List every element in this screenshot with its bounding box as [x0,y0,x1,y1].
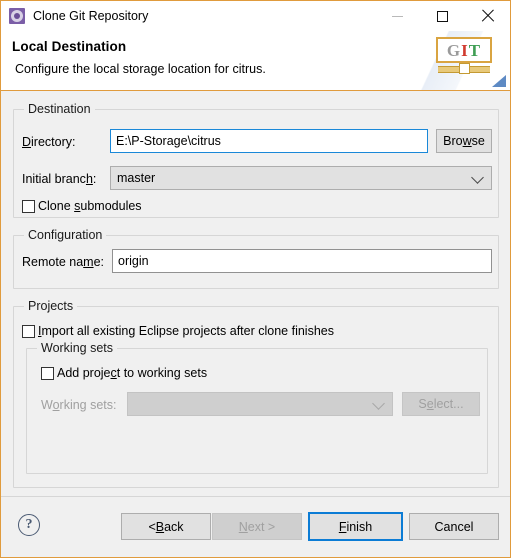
title-bar: Clone Git Repository [1,1,510,31]
next-button[interactable]: Next > [212,513,302,540]
window-title: Clone Git Repository [33,9,149,23]
clone-submodules-label: Clone submodules [38,199,142,213]
git-logo-letters: GIT [447,42,481,59]
finish-button[interactable]: Finish [308,512,403,541]
git-logo-t: T [468,40,482,60]
clone-submodules-checkbox-row[interactable]: Clone submodules [22,199,142,213]
minimize-icon [392,15,403,17]
back-button[interactable]: < Back [121,513,211,540]
minimize-button[interactable] [375,1,420,31]
working-sets-group: Working sets Add project to working sets… [26,341,488,474]
directory-input[interactable] [110,129,428,153]
select-working-sets-button[interactable]: Se lect... [402,392,480,416]
git-repository-icon [9,8,25,24]
dialog-footer: ? < Back Next > Finish Cancel [1,496,510,557]
git-logo-i: I [461,40,469,60]
add-project-to-working-sets-checkbox-row[interactable]: Add project to working sets [41,366,207,380]
add-project-to-working-sets-label: Add project to working sets [57,366,208,380]
maximize-icon [437,10,448,22]
git-logo-knob [459,63,470,74]
cancel-button[interactable]: Cancel [409,513,499,540]
configuration-group-label: Configuration [24,228,107,242]
destination-group-label: Destination [24,102,95,116]
projects-group: Projects Import all existing Eclipse pro… [13,299,499,488]
page-title: Local Destination [12,39,127,54]
maximize-button[interactable] [420,1,465,31]
add-project-to-working-sets-checkbox[interactable] [41,366,54,380]
wizard-header: Local Destination Configure the local st… [1,31,510,91]
wizard-content: Destination Directory: Browse Initial br… [1,91,510,496]
help-icon[interactable]: ? [18,514,40,536]
git-logo-g: G [446,40,462,60]
destination-group: Destination Directory: Browse Initial br… [13,102,499,218]
chevron-down-icon [471,171,484,184]
initial-branch-combo[interactable]: master [110,166,492,190]
directory-label: Directory: [22,135,76,149]
remote-name-label: Remote name: [22,255,105,269]
clone-submodules-checkbox[interactable] [22,199,35,213]
window-controls [375,1,510,31]
projects-group-label: Projects [24,299,78,313]
chevron-down-icon [372,397,385,410]
header-corner-triangle-icon [492,75,506,87]
import-projects-checkbox-row[interactable]: Import all existing Eclipse projects aft… [22,324,334,338]
git-logo-plate: GIT [436,37,492,63]
clone-git-repository-dialog: Clone Git Repository Local Destination C… [0,0,511,558]
import-projects-checkbox[interactable] [22,324,35,338]
working-sets-combo[interactable] [127,392,393,416]
page-description: Configure the local storage location for… [15,62,266,76]
working-sets-group-label: Working sets [37,341,118,355]
import-projects-label: Import all existing Eclipse projects aft… [38,324,334,338]
close-button[interactable] [465,1,510,31]
working-sets-label: Working sets: [41,398,117,412]
initial-branch-label: Initial branch: [22,172,97,186]
close-icon [481,9,495,23]
configuration-group: Configuration Remote name: [13,228,499,289]
git-logo-icon: GIT [436,37,492,75]
browse-button[interactable]: Bro w se [436,129,492,153]
remote-name-input[interactable] [112,249,492,273]
initial-branch-value: master [117,171,156,185]
